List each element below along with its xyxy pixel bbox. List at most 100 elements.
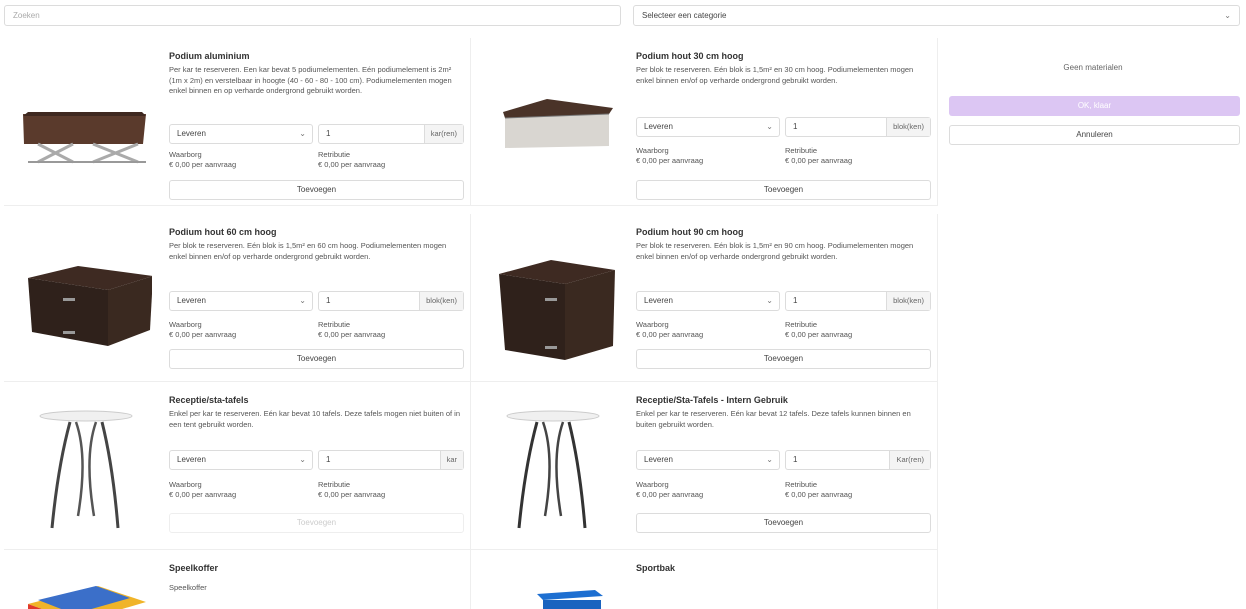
product-description: Speelkoffer <box>169 583 207 592</box>
product-card: Sportbak <box>471 550 938 609</box>
product-title: Sportbak <box>636 563 676 573</box>
product-grid: Podium aluminium Per kar te reserveren. … <box>4 38 939 609</box>
chevron-down-icon: ⌄ <box>766 455 773 464</box>
product-card: Podium hout 30 cm hoog Per blok te reser… <box>471 38 938 206</box>
deposit-info: Waarborg € 0,00 per aanvraag <box>169 480 236 499</box>
product-title: Speelkoffer <box>169 563 219 573</box>
fee-label: Retributie <box>785 146 818 155</box>
delivery-select-value: Leveren <box>644 122 673 131</box>
fee-value: € 0,00 per aanvraag <box>318 159 386 169</box>
delivery-select-value: Leveren <box>177 129 206 138</box>
quantity-unit: blok(ken) <box>886 118 930 136</box>
quantity-unit: kar <box>439 451 463 469</box>
quantity-value: 1 <box>793 296 798 305</box>
cancel-button[interactable]: Annuleren <box>949 125 1240 145</box>
standing-table-image <box>18 396 152 536</box>
category-select-value: Selecteer een categorie <box>642 11 727 20</box>
chevron-down-icon: ⌄ <box>766 296 773 305</box>
deposit-value: € 0,00 per aanvraag <box>636 329 704 339</box>
quantity-value: 1 <box>326 296 331 305</box>
delivery-select[interactable]: Leveren ⌄ <box>169 291 313 311</box>
wood-stage-90-image <box>485 228 619 368</box>
sport-bin-image <box>485 564 619 609</box>
product-description: Per kar te reserveren. Een kar bevat 5 p… <box>169 65 452 95</box>
fee-label: Retributie <box>318 150 351 159</box>
wood-stage-30-image <box>485 52 619 192</box>
selection-panel: Geen materialen OK, klaar Annuleren <box>940 38 1246 609</box>
quantity-value: 1 <box>793 122 798 131</box>
add-button[interactable]: Toevoegen <box>636 349 931 369</box>
quantity-value: 1 <box>326 455 331 464</box>
delivery-select[interactable]: Leveren ⌄ <box>169 450 313 470</box>
product-card: Receptie/sta-tafels Enkel per kar te res… <box>4 382 471 550</box>
add-button[interactable]: Toevoegen <box>636 513 931 533</box>
product-title: Podium aluminium <box>169 51 250 61</box>
standing-table-image <box>485 396 619 536</box>
filter-bar: Selecteer een categorie ⌄ <box>0 0 1246 38</box>
play-case-image <box>18 564 152 609</box>
product-title: Podium hout 30 cm hoog <box>636 51 744 61</box>
deposit-info: Waarborg € 0,00 per aanvraag <box>169 320 236 339</box>
deposit-info: Waarborg € 0,00 per aanvraag <box>636 480 703 499</box>
fee-value: € 0,00 per aanvraag <box>785 489 853 499</box>
quantity-unit: kar(ren) <box>423 125 463 143</box>
fee-label: Retributie <box>318 480 351 489</box>
fee-info: Retributie € 0,00 per aanvraag <box>318 320 385 339</box>
quantity-input[interactable]: 1 kar(ren) <box>318 124 464 144</box>
product-title: Receptie/Sta-Tafels - Intern Gebruik <box>636 395 788 405</box>
fee-value: € 0,00 per aanvraag <box>785 155 853 165</box>
fee-value: € 0,00 per aanvraag <box>318 489 386 499</box>
deposit-label: Waarborg <box>169 320 202 329</box>
fee-value: € 0,00 per aanvraag <box>318 329 386 339</box>
deposit-info: Waarborg € 0,00 per aanvraag <box>169 150 236 169</box>
fee-info: Retributie € 0,00 per aanvraag <box>785 146 852 165</box>
product-description: Per blok te reserveren. Eén blok is 1,5m… <box>169 241 447 261</box>
quantity-value: 1 <box>326 129 331 138</box>
deposit-value: € 0,00 per aanvraag <box>636 489 704 499</box>
fee-label: Retributie <box>785 480 818 489</box>
fee-info: Retributie € 0,00 per aanvraag <box>318 480 385 499</box>
quantity-input[interactable]: 1 blok(ken) <box>318 291 464 311</box>
category-select[interactable]: Selecteer een categorie ⌄ <box>633 5 1240 26</box>
deposit-value: € 0,00 per aanvraag <box>169 489 237 499</box>
fee-info: Retributie € 0,00 per aanvraag <box>318 150 385 169</box>
product-description: Per blok te reserveren. Eén blok is 1,5m… <box>636 241 914 261</box>
deposit-label: Waarborg <box>636 320 669 329</box>
deposit-label: Waarborg <box>169 150 202 159</box>
deposit-label: Waarborg <box>636 480 669 489</box>
product-card: Speelkoffer Speelkoffer <box>4 550 471 609</box>
product-card: Podium hout 60 cm hoog Per blok te reser… <box>4 214 471 382</box>
delivery-select[interactable]: Leveren ⌄ <box>636 291 780 311</box>
add-button[interactable]: Toevoegen <box>169 513 464 533</box>
deposit-value: € 0,00 per aanvraag <box>636 155 704 165</box>
delivery-select[interactable]: Leveren ⌄ <box>636 117 780 137</box>
quantity-input[interactable]: 1 Kar(ren) <box>785 450 931 470</box>
add-button[interactable]: Toevoegen <box>169 180 464 200</box>
deposit-info: Waarborg € 0,00 per aanvraag <box>636 146 703 165</box>
fee-info: Retributie € 0,00 per aanvraag <box>785 480 852 499</box>
product-card: Podium aluminium Per kar te reserveren. … <box>4 38 471 206</box>
ok-done-button[interactable]: OK, klaar <box>949 96 1240 116</box>
delivery-select-value: Leveren <box>177 455 206 464</box>
product-card: Podium hout 90 cm hoog Per blok te reser… <box>471 214 938 382</box>
fee-info: Retributie € 0,00 per aanvraag <box>785 320 852 339</box>
delivery-select[interactable]: Leveren ⌄ <box>636 450 780 470</box>
quantity-unit: Kar(ren) <box>889 451 930 469</box>
add-button[interactable]: Toevoegen <box>169 349 464 369</box>
add-button[interactable]: Toevoegen <box>636 180 931 200</box>
product-title: Podium hout 90 cm hoog <box>636 227 744 237</box>
quantity-input[interactable]: 1 kar <box>318 450 464 470</box>
chevron-down-icon: ⌄ <box>299 296 306 305</box>
fee-value: € 0,00 per aanvraag <box>785 329 853 339</box>
delivery-select[interactable]: Leveren ⌄ <box>169 124 313 144</box>
quantity-input[interactable]: 1 blok(ken) <box>785 117 931 137</box>
product-description: Per blok te reserveren. Eén blok is 1,5m… <box>636 65 914 85</box>
fee-label: Retributie <box>785 320 818 329</box>
chevron-down-icon: ⌄ <box>1224 11 1231 20</box>
search-input[interactable] <box>4 5 621 26</box>
quantity-input[interactable]: 1 blok(ken) <box>785 291 931 311</box>
chevron-down-icon: ⌄ <box>299 129 306 138</box>
wood-stage-60-image <box>18 228 153 368</box>
deposit-value: € 0,00 per aanvraag <box>169 159 237 169</box>
quantity-unit: blok(ken) <box>419 292 463 310</box>
